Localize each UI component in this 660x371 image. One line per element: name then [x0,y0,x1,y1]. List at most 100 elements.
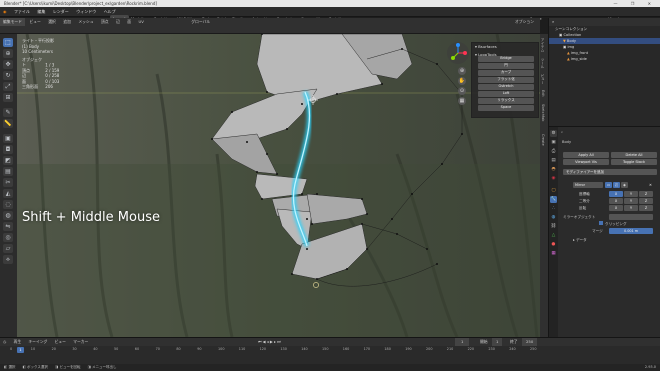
knife-icon[interactable]: ✂ [3,178,13,187]
material-tab-icon[interactable]: ● [550,241,557,248]
timeline-editor-icon[interactable]: ◷ [0,339,9,344]
menu-uv[interactable]: UV [135,18,146,26]
looptools-space-button[interactable]: Space [478,105,534,111]
smooth-icon[interactable]: ◍ [3,211,13,220]
axis-z-toggle[interactable]: Z [639,191,653,197]
menu-view[interactable]: ビュー [52,339,69,344]
realtime-toggle-icon[interactable]: ▭ [605,182,612,188]
apply-all-button[interactable]: Apply All [563,152,609,158]
menu-view[interactable]: ビュー [26,18,43,26]
inset-icon[interactable]: ◘ [3,145,13,154]
edge-slide-icon[interactable]: ⇋ [3,222,13,231]
spin-icon[interactable]: ◌ [3,200,13,209]
menu-playback[interactable]: 再生 [11,339,25,344]
rotate-icon[interactable]: ↻ [3,71,13,80]
toggle-stack-button[interactable]: Toggle Stack [611,159,657,165]
scene-tab-icon[interactable]: ◓ [550,166,557,173]
modifier-tab-icon[interactable]: 🔧 [550,196,557,203]
timeline-ruler[interactable]: 0 10 20 30 40 50 60 70 80 90 100 110 120 130 140 150 160… [0,347,545,353]
rip-icon[interactable]: ⟡ [3,255,13,264]
tab-create[interactable]: Create [541,134,545,146]
annotate-icon[interactable]: ✎ [3,108,13,117]
looptools-loft-button[interactable]: Loft [478,91,534,97]
viewport-vis-button[interactable]: Viewport Vis [563,159,609,165]
menu-file[interactable]: ファイル [11,7,33,17]
tab-item[interactable]: アイテム [541,38,546,52]
shrink-icon[interactable]: ◎ [3,233,13,242]
transform-icon[interactable]: ⊞ [3,93,13,102]
tab-edit[interactable]: Edit [541,90,545,97]
tool-tab-icon[interactable]: ⚙ [550,130,557,137]
search-icon[interactable]: ⌕ [561,129,563,135]
world-tab-icon[interactable]: ◉ [550,175,557,182]
loop-cut-icon[interactable]: ▤ [3,167,13,176]
measure-icon[interactable]: 📏 [3,119,13,128]
menu-render[interactable]: レンダー [50,7,72,17]
looptools-gstretch-button[interactable]: Gstretch [478,84,534,90]
close-icon[interactable]: ✕ [647,182,654,188]
flip-z-toggle[interactable]: Z [639,205,653,211]
mirror-object-field[interactable] [609,214,653,220]
pan-hand-icon[interactable]: ✋ [458,77,466,85]
playback-controls[interactable]: ⏮ ◀ ◂ ▶ ▸ ⏭ [258,338,281,346]
tab-view[interactable]: ビュー [541,74,546,85]
editmode-toggle-icon[interactable]: ◈ [621,182,628,188]
orientation-dropdown[interactable]: グローバル [188,18,213,26]
blender-logo-icon[interactable]: ◉ [0,7,10,17]
data-tab-icon[interactable]: △ [550,232,557,239]
looptools-circle-button[interactable]: 円 [478,63,534,69]
search-icon[interactable]: ⌕ [552,19,554,24]
object-tab-icon[interactable]: ▢ [550,187,557,194]
bisect-z-toggle[interactable]: Z [639,198,653,204]
select-box-icon[interactable]: ⬚ [3,38,13,47]
window-controls[interactable]: — ❐ ✕ [614,0,657,7]
particles-tab-icon[interactable]: ∴ [550,205,557,212]
end-frame-field[interactable]: 250 [522,338,538,346]
bsurfaces-header[interactable]: ▾ Bsurfaces [472,43,538,51]
axis-x-toggle[interactable]: X [609,191,623,197]
camera-icon[interactable]: ⊙ [458,87,466,95]
add-modifier-dropdown[interactable]: モディファイアーを追加 [563,169,657,175]
menu-select[interactable]: 選択 [45,18,59,26]
options-dropdown[interactable]: オプション [512,18,537,26]
axis-y-toggle[interactable]: Y [624,191,638,197]
tab-sketchfab[interactable]: Sketchfab [541,104,545,121]
menu-vertex[interactable]: 頂点 [98,18,112,26]
tab-tool[interactable]: ツール [541,58,546,69]
looptools-relax-button[interactable]: リラックス [478,98,534,104]
looptools-bridge-button[interactable]: Bridge [478,56,534,62]
scale-icon[interactable]: ⤢ [3,82,13,91]
looptools-curve-button[interactable]: カーブ [478,70,534,76]
menu-add[interactable]: 追加 [60,18,74,26]
start-frame-field[interactable]: 1 [492,338,503,346]
zoom-icon[interactable]: ⊕ [458,67,466,75]
poly-build-icon[interactable]: ◭ [3,189,13,198]
move-icon[interactable]: ✥ [3,60,13,69]
navigation-gizmo[interactable] [447,42,469,64]
menu-keying[interactable]: キーイング [25,339,50,344]
bisect-x-toggle[interactable]: X [609,198,623,204]
cursor-icon[interactable]: ⊕ [3,49,13,58]
playhead[interactable]: 1 [17,347,24,353]
render-tab-icon[interactable]: ▣ [550,139,557,146]
bevel-icon[interactable]: ◩ [3,156,13,165]
flip-x-toggle[interactable]: X [609,205,623,211]
outliner-row-img-side[interactable]: ▲ img_side [549,56,660,62]
modifier-name-field[interactable]: Mirror [573,182,603,188]
menu-face[interactable]: 面 [124,18,134,26]
bisect-y-toggle[interactable]: Y [624,198,638,204]
menu-marker[interactable]: マーカー [70,339,91,344]
data-subpanel[interactable]: ▸ データ [573,237,587,243]
clipping-checkbox[interactable]: クリッピング [599,221,627,227]
current-frame-field[interactable]: 1 [455,338,470,346]
looptools-flatten-button[interactable]: フラット化 [478,77,534,83]
perspective-grid-icon[interactable]: ▦ [458,97,466,105]
menu-mesh[interactable]: メッシュ [75,18,96,26]
merge-distance-field[interactable]: 0.001 m [609,228,653,234]
mode-dropdown[interactable]: 編集モード [0,18,25,26]
render-toggle-icon[interactable]: ◰ [613,182,620,188]
constraints-tab-icon[interactable]: ⛓ [550,223,557,230]
menu-edge[interactable]: 辺 [113,18,123,26]
physics-tab-icon[interactable]: ◍ [550,214,557,221]
view-layer-tab-icon[interactable]: ▤ [550,157,557,164]
